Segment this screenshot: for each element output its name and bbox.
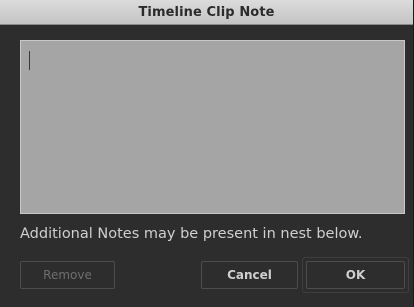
clip-note-dialog: Timeline Clip Note Additional Notes may … xyxy=(0,0,414,307)
note-text-area[interactable] xyxy=(20,40,405,214)
cancel-button[interactable]: Cancel xyxy=(201,261,298,289)
remove-button[interactable]: Remove xyxy=(20,261,115,289)
text-caret xyxy=(29,51,30,70)
title-bar[interactable]: Timeline Clip Note xyxy=(0,0,413,25)
dialog-title: Timeline Clip Note xyxy=(138,5,275,20)
additional-notes-info: Additional Notes may be present in nest … xyxy=(20,226,363,242)
ok-button[interactable]: OK xyxy=(302,257,409,293)
